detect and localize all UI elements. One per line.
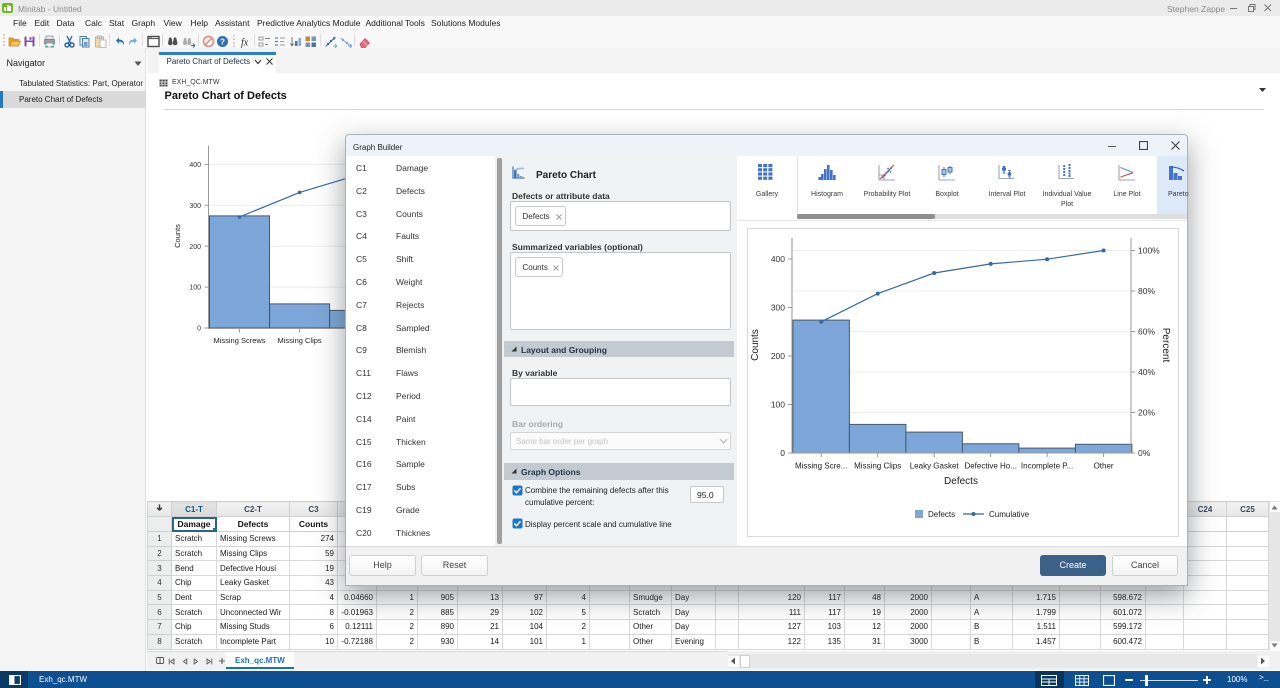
svg-text:Leaky Gasket: Leaky Gasket — [910, 462, 960, 471]
svg-text:300: 300 — [771, 303, 785, 313]
svg-text:Counts: Counts — [750, 329, 761, 361]
svg-text:Incomplete P...: Incomplete P... — [1021, 462, 1073, 471]
svg-text:Missing Scre...: Missing Scre... — [795, 462, 847, 471]
svg-text:Missing Clips: Missing Clips — [854, 462, 901, 471]
svg-text:0%: 0% — [1138, 448, 1151, 458]
svg-text:0: 0 — [780, 448, 785, 458]
svg-text:0: 0 — [197, 326, 201, 333]
svg-text:Defects: Defects — [944, 476, 978, 487]
svg-text:Counts: Counts — [173, 224, 182, 248]
svg-text:300: 300 — [189, 203, 201, 210]
svg-text:200: 200 — [189, 244, 201, 251]
svg-text:Missing Clips: Missing Clips — [278, 336, 322, 345]
svg-text:400: 400 — [771, 254, 785, 264]
svg-text:100: 100 — [189, 285, 201, 292]
svg-text:20%: 20% — [1138, 408, 1155, 418]
svg-text:Defects: Defects — [928, 510, 955, 519]
svg-text:80%: 80% — [1138, 286, 1155, 296]
svg-text:Missing Screws: Missing Screws — [213, 336, 265, 345]
svg-text:400: 400 — [189, 162, 201, 169]
svg-text:Other: Other — [1094, 462, 1114, 471]
svg-text:100%: 100% — [1138, 246, 1160, 256]
svg-text:200: 200 — [771, 351, 785, 361]
svg-text:Defective Ho...: Defective Ho... — [964, 462, 1016, 471]
svg-text:Percent: Percent — [1160, 328, 1171, 363]
svg-text:Cumulative: Cumulative — [989, 510, 1030, 519]
svg-text:40%: 40% — [1138, 367, 1155, 377]
svg-text:60%: 60% — [1138, 327, 1155, 337]
svg-text:100: 100 — [771, 400, 785, 410]
